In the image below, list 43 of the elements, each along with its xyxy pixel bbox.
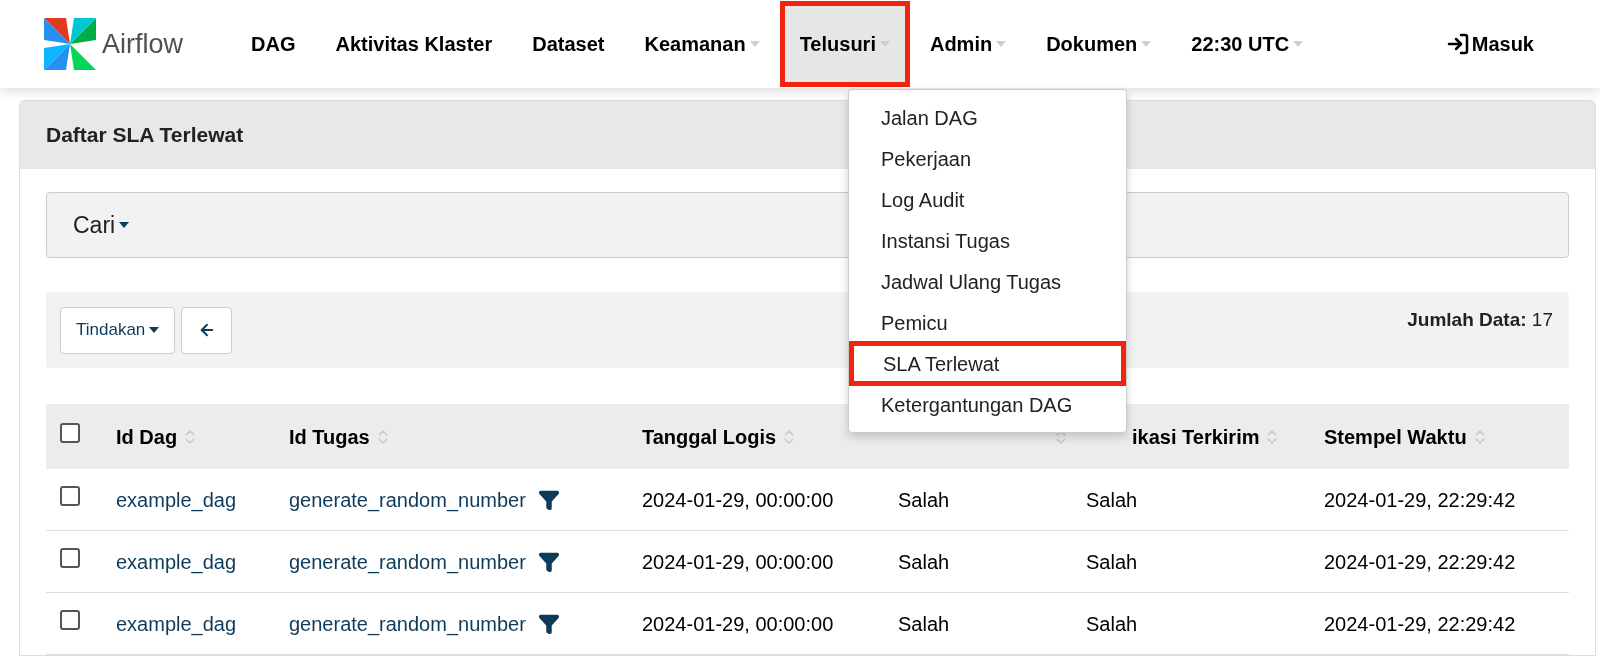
dropdown-menu-item[interactable]: Jalan DAG: [849, 97, 1126, 138]
login-link[interactable]: Masuk: [1445, 29, 1534, 59]
table-link[interactable]: example_dag: [116, 546, 237, 577]
nav-menu-item[interactable]: Dataset: [512, 1, 625, 87]
column-header[interactable]: Tanggal Logis: [642, 421, 777, 452]
record-count: Jumlah Data: 17: [1407, 307, 1553, 332]
column-header[interactable]: Stempel Waktu: [1324, 421, 1467, 452]
actions-dropdown-button[interactable]: Tindakan: [60, 306, 176, 354]
table-link[interactable]: generate_random_number: [289, 546, 526, 577]
table-link[interactable]: generate_random_number: [289, 484, 526, 515]
dropdown-menu-item[interactable]: SLA Terlewat: [851, 343, 1124, 384]
panel-title: Daftar SLA Terlewat: [46, 122, 244, 149]
nav-menu-item[interactable]: Keamanan: [624, 1, 780, 87]
dropdown-menu-item[interactable]: Ketergantungan DAG: [849, 384, 1126, 425]
table-cell-text: Salah: [898, 611, 950, 637]
table-link[interactable]: example_dag: [116, 608, 237, 639]
table-cell-text: Salah: [898, 549, 950, 575]
nav-menu-item[interactable]: Admin: [909, 1, 1027, 87]
table-cell-text: 2024-01-29, 00:00:00: [642, 549, 834, 575]
table-link[interactable]: generate_random_number: [289, 608, 526, 639]
nav-menu-item[interactable]: DAG: [231, 1, 316, 87]
nav-menu-item[interactable]: Telusuri: [779, 1, 910, 87]
dropdown-menu-item[interactable]: Jadwal Ulang Tugas: [849, 261, 1126, 302]
dropdown-menu-item[interactable]: Pemicu: [849, 302, 1126, 343]
table-cell-text: 2024-01-29, 22:29:42: [1324, 487, 1516, 513]
table-cell-text: 2024-01-29, 00:00:00: [642, 611, 834, 637]
table-cell-text: Salah: [1086, 611, 1138, 637]
brand-name: Airflow: [102, 27, 183, 61]
table-cell-text: 2024-01-29, 22:29:42: [1324, 611, 1516, 637]
nav-menu-item[interactable]: Dokumen: [1026, 1, 1172, 87]
table-link[interactable]: example_dag: [116, 484, 237, 515]
table-cell-text: Salah: [898, 487, 950, 513]
nav-menu-item[interactable]: Aktivitas Klaster: [315, 1, 513, 87]
table-cell-text: Salah: [1086, 487, 1138, 513]
table-cell-text: 2024-01-29, 22:29:42: [1324, 549, 1516, 575]
column-header[interactable]: Id Tugas: [289, 421, 370, 452]
dropdown-menu-item[interactable]: Instansi Tugas: [849, 220, 1126, 261]
column-header[interactable]: Id Dag: [116, 421, 178, 452]
column-header[interactable]: ikasi Terkirim: [1132, 421, 1260, 452]
table-cell-text: Salah: [1086, 549, 1138, 575]
dropdown-menu-item[interactable]: Pekerjaan: [849, 138, 1126, 179]
table-cell-text: 2024-01-29, 00:00:00: [642, 487, 834, 513]
nav-menu-item[interactable]: 22:30 UTC: [1171, 1, 1324, 87]
